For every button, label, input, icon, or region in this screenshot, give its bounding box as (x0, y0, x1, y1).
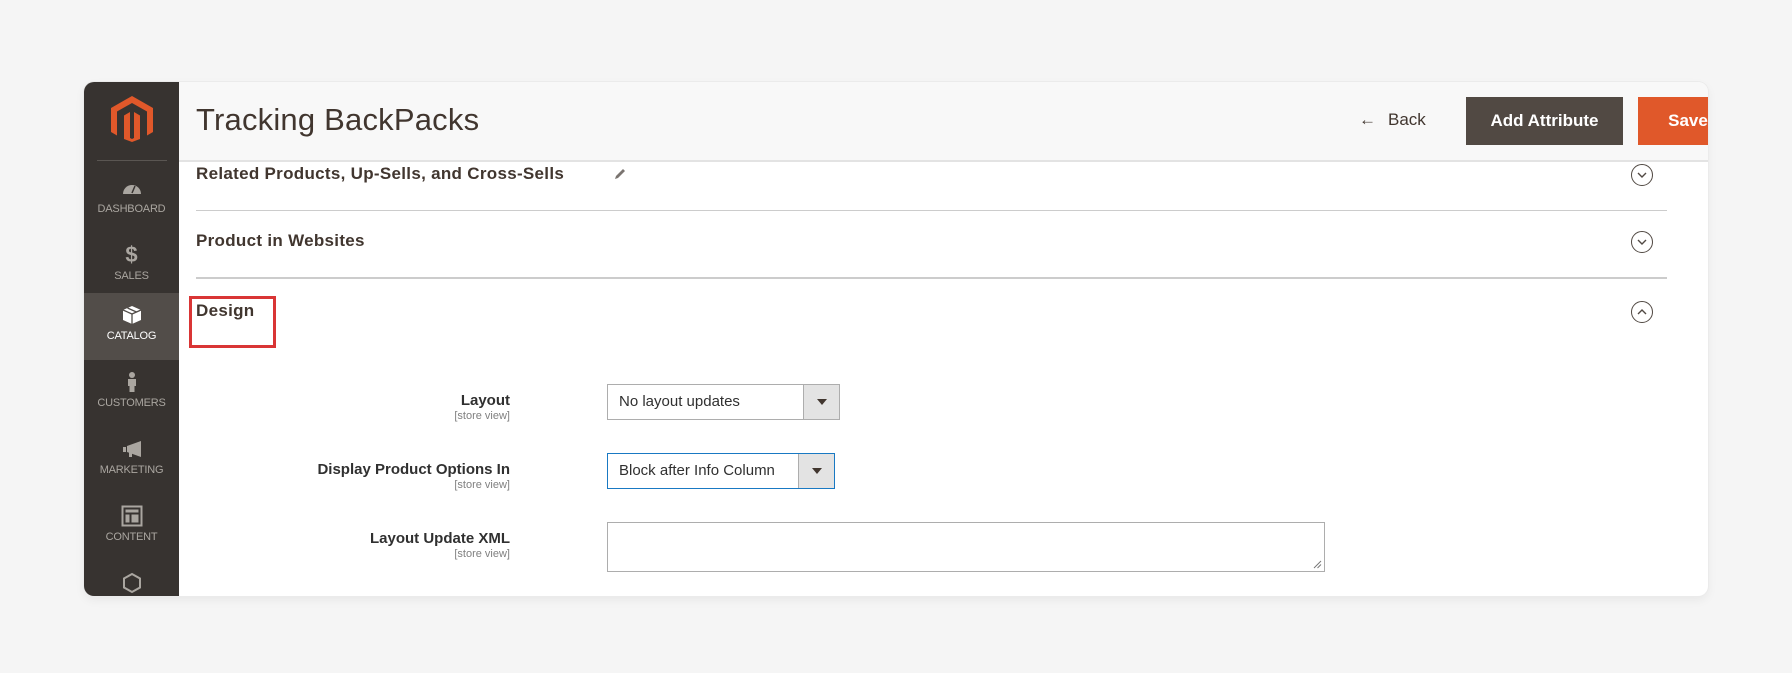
dashboard-gauge-icon (122, 185, 141, 194)
pencil-icon[interactable] (613, 167, 627, 181)
arrow-left-icon: ← (1359, 110, 1376, 129)
page-header: Tracking BackPacks ← Back Add Attribute … (179, 82, 1708, 162)
box-icon (122, 306, 141, 324)
field-scope: [store view] (454, 548, 510, 560)
sidebar-item-stores[interactable] (84, 561, 179, 596)
admin-sidebar: DASHBOARD $ SALES CATALOG CUSTOMERS MARK… (84, 82, 179, 596)
admin-window: DASHBOARD $ SALES CATALOG CUSTOMERS MARK… (84, 82, 1708, 596)
field-label-text: Layout Update XML (369, 530, 510, 547)
save-button[interactable]: Save (1638, 97, 1708, 145)
layout-icon (121, 505, 142, 527)
chevron-down-circle-icon[interactable] (1631, 231, 1653, 253)
form-field-display-options: Display Product Options In [store view] … (179, 453, 1579, 493)
sidebar-item-content[interactable]: CONTENT (84, 494, 179, 561)
layout-select[interactable]: No layout updates (607, 384, 840, 420)
dollar-icon: $ (125, 242, 138, 267)
sidebar-item-label: MARKETING (99, 464, 164, 476)
sidebar-item-customers[interactable]: CUSTOMERS (84, 360, 179, 427)
field-label-text: Display Product Options In (317, 461, 510, 478)
field-label-text: Layout (460, 392, 510, 409)
section-title: Related Products, Up-Sells, and Cross-Se… (196, 164, 565, 183)
field-label: Layout [store view] (454, 392, 510, 422)
section-product-in-websites[interactable]: Product in Websites (196, 211, 1667, 279)
select-value: Block after Info Column (619, 462, 775, 479)
sidebar-item-label: SALES (114, 270, 149, 282)
sidebar-divider (97, 160, 167, 161)
form-field-layout-xml: Layout Update XML [store view] (179, 522, 1579, 577)
field-label: Display Product Options In [store view] (317, 461, 510, 491)
field-label: Layout Update XML [store view] (370, 530, 510, 560)
sidebar-item-marketing[interactable]: MARKETING (84, 427, 179, 494)
select-value: No layout updates (619, 393, 740, 410)
section-design[interactable]: Design (196, 279, 1667, 349)
megaphone-icon (122, 441, 141, 457)
chevron-up-circle-icon[interactable] (1631, 301, 1653, 323)
back-label: Back (1388, 110, 1426, 129)
resize-grip-icon[interactable] (1313, 560, 1322, 569)
sidebar-item-label: CONTENT (105, 531, 158, 543)
display-product-options-select[interactable]: Block after Info Column (607, 453, 835, 489)
caret-down-icon (816, 399, 827, 405)
save-split-button: Save (1638, 97, 1708, 145)
sidebar-item-dashboard[interactable]: DASHBOARD (84, 166, 179, 233)
caret-down-icon (811, 468, 822, 474)
field-scope: [store view] (454, 479, 510, 491)
design-highlight-annotation (189, 296, 276, 348)
add-attribute-button[interactable]: Add Attribute (1466, 97, 1623, 145)
select-toggle[interactable] (803, 385, 839, 419)
chevron-down-circle-icon[interactable] (1631, 164, 1653, 186)
back-button[interactable]: ← Back (1359, 110, 1426, 130)
form-field-layout: Layout [store view] No layout updates (179, 384, 1579, 424)
sidebar-item-label: CUSTOMERS (97, 397, 166, 409)
select-toggle[interactable] (798, 454, 834, 488)
person-icon (127, 372, 136, 392)
sidebar-item-sales[interactable]: $ SALES (84, 233, 179, 300)
hexagon-icon (122, 572, 141, 594)
layout-update-xml-textarea[interactable] (607, 522, 1325, 572)
section-related-products[interactable]: Related Products, Up-Sells, and Cross-Se… (196, 158, 1667, 211)
section-title: Product in Websites (196, 231, 365, 250)
sidebar-item-label: DASHBOARD (97, 203, 166, 215)
sidebar-item-catalog[interactable]: CATALOG (84, 293, 179, 360)
sidebar-item-label: CATALOG (106, 330, 157, 342)
magento-logo-icon[interactable] (111, 96, 153, 142)
field-scope: [store view] (454, 410, 510, 422)
page-title: Tracking BackPacks (196, 102, 480, 137)
